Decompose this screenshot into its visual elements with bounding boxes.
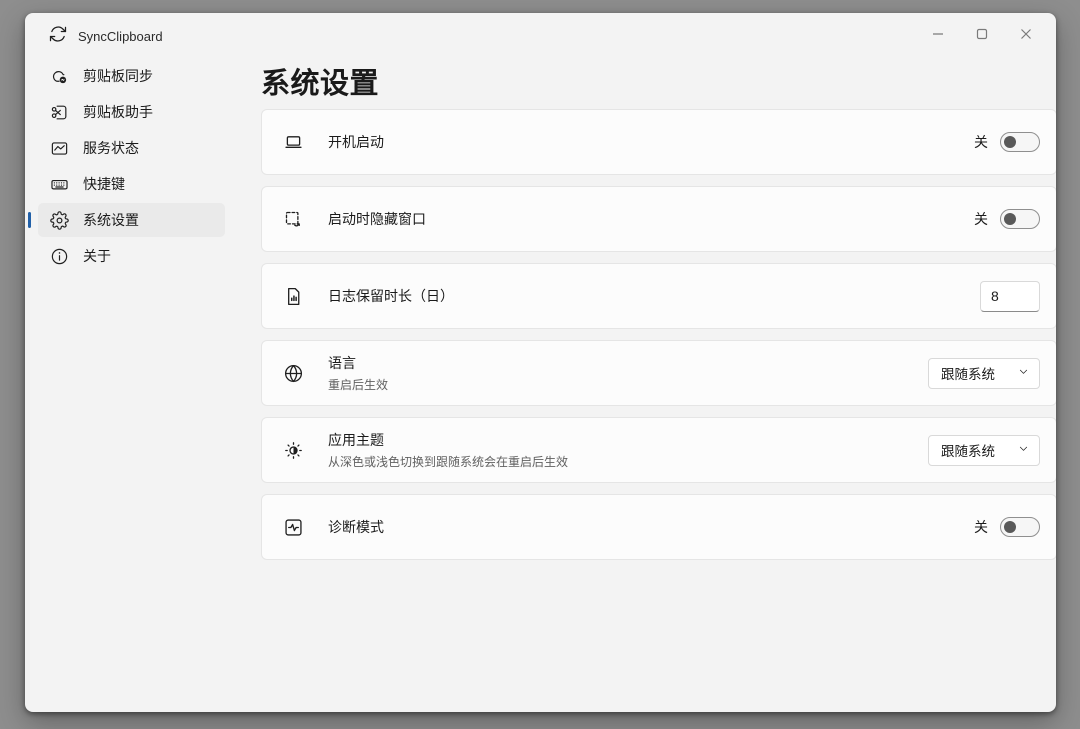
sidebar-item-label: 快捷键 — [83, 176, 125, 192]
setting-label: 开机启动 — [328, 134, 384, 150]
app-theme-select[interactable]: 跟随系统 — [928, 434, 1040, 466]
sidebar-item-label: 剪贴板助手 — [83, 104, 153, 120]
chevron-down-icon — [1018, 364, 1029, 382]
setting-label: 启动时隐藏窗口 — [328, 211, 426, 227]
keyboard-icon — [50, 175, 69, 194]
app-identity: SyncClipboard — [48, 24, 163, 49]
app-title: SyncClipboard — [78, 29, 163, 44]
status-chart-icon — [50, 139, 69, 158]
sidebar-item-label: 系统设置 — [83, 212, 139, 228]
sidebar-item-clipboard-sync[interactable]: 剪贴板同步 — [38, 59, 225, 93]
setting-label: 日志保留时长（日） — [328, 288, 454, 304]
setting-row-log-retention: 日志保留时长（日） — [261, 263, 1056, 329]
cloud-sync-icon — [50, 67, 69, 86]
toggle-knob — [1004, 213, 1016, 225]
hide-window-toggle[interactable] — [1000, 209, 1040, 229]
laptop-icon — [282, 131, 304, 153]
minimize-button[interactable] — [916, 17, 960, 51]
app-theme-select-value: 跟随系统 — [941, 444, 995, 459]
pulse-icon — [282, 516, 304, 538]
language-select[interactable]: 跟随系统 — [928, 357, 1040, 389]
toggle-state-label: 关 — [974, 211, 988, 227]
setting-label: 诊断模式 — [328, 519, 384, 535]
info-icon — [50, 247, 69, 266]
language-select-value: 跟随系统 — [941, 367, 995, 382]
sidebar-item-label: 剪贴板同步 — [83, 68, 153, 84]
sidebar-item-shortcuts[interactable]: 快捷键 — [38, 167, 225, 201]
chevron-down-icon — [1018, 441, 1029, 459]
log-retention-input[interactable] — [980, 280, 1040, 312]
setting-row-startup-on-boot: 开机启动 关 — [261, 109, 1056, 175]
sidebar-item-system-settings[interactable]: 系统设置 — [28, 203, 225, 237]
app-window: SyncClipboard 剪贴板同步 剪贴板助手 服务状态 快捷键 系统设置 … — [25, 13, 1056, 712]
sidebar-item-about[interactable]: 关于 — [38, 239, 225, 273]
setting-row-hide-window-on-startup: 启动时隐藏窗口 关 — [261, 186, 1056, 252]
toggle-knob — [1004, 136, 1016, 148]
window-controls — [916, 17, 1048, 51]
setting-label: 应用主题 — [328, 432, 384, 448]
setting-label: 语言 — [328, 355, 356, 371]
gear-icon — [50, 210, 69, 230]
diagnostic-mode-toggle[interactable] — [1000, 517, 1040, 537]
main-content: 系统设置 开机启动 关 启动时隐藏窗口 关 日志保留时长（日） 8 语言 重启后… — [237, 57, 1056, 712]
scissors-icon — [50, 103, 69, 122]
toggle-state-label: 关 — [974, 134, 988, 150]
startup-on-boot-toggle[interactable] — [1000, 132, 1040, 152]
setting-subtitle: 重启后生效 — [328, 378, 389, 392]
close-button[interactable] — [1004, 17, 1048, 51]
sidebar-item-clipboard-assistant[interactable]: 剪贴板助手 — [38, 95, 225, 129]
sidebar-item-label: 服务状态 — [83, 140, 139, 156]
setting-row-app-theme: 应用主题 从深色或浅色切换到跟随系统会在重启后生效 跟随系统 — [261, 417, 1056, 483]
sidebar-item-service-status[interactable]: 服务状态 — [38, 131, 225, 165]
hide-window-icon — [282, 208, 304, 230]
setting-row-diagnostic-mode: 诊断模式 关 — [261, 494, 1056, 560]
brightness-icon — [282, 439, 304, 461]
toggle-state-label: 关 — [974, 519, 988, 535]
sidebar: 剪贴板同步 剪贴板助手 服务状态 快捷键 系统设置 关于 — [25, 57, 237, 712]
sync-clipboard-logo-icon — [48, 24, 68, 49]
log-document-icon — [282, 285, 304, 307]
sidebar-item-label: 关于 — [83, 248, 111, 264]
setting-row-language: 语言 重启后生效 跟随系统 — [261, 340, 1056, 406]
maximize-button[interactable] — [960, 17, 1004, 51]
page-title: 系统设置 — [261, 68, 380, 100]
setting-subtitle: 从深色或浅色切换到跟随系统会在重启后生效 — [328, 455, 569, 469]
globe-icon — [282, 362, 304, 384]
settings-list: 开机启动 关 启动时隐藏窗口 关 日志保留时长（日） 8 语言 重启后生效 跟随… — [261, 109, 1056, 560]
titlebar: SyncClipboard — [25, 13, 1056, 57]
toggle-knob — [1004, 521, 1016, 533]
